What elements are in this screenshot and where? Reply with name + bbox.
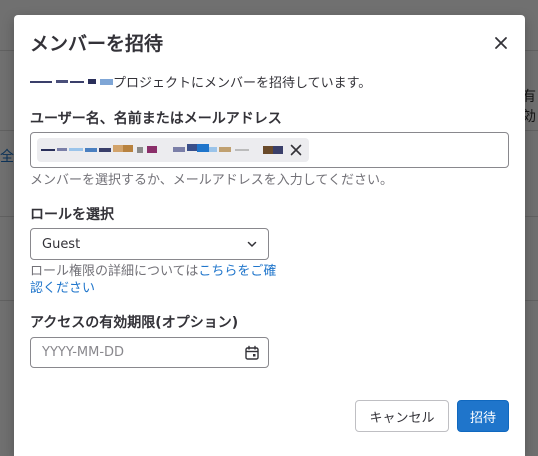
redacted-project-name (30, 76, 113, 88)
modal-header: メンバーを招待 (14, 15, 525, 71)
close-icon (290, 144, 302, 156)
intro-text: プロジェクトにメンバーを招待しています。 (113, 76, 372, 91)
expiry-date-input[interactable] (30, 337, 269, 368)
chevron-down-icon (247, 241, 257, 247)
calendar-icon[interactable] (244, 345, 260, 361)
role-hint: ロール権限の詳細についてはこちらをご確認ください (30, 263, 280, 297)
invite-button[interactable]: 招待 (457, 400, 509, 432)
role-selected-value: Guest (42, 236, 81, 252)
modal-title: メンバーを招待 (30, 33, 164, 55)
remove-member-button[interactable] (287, 141, 305, 159)
members-input[interactable] (30, 132, 509, 168)
redacted-member-name (41, 144, 283, 154)
expiry-label: アクセスの有効期限(オプション) (30, 315, 239, 331)
role-label: ロールを選択 (30, 207, 114, 223)
members-label: ユーザー名、名前またはメールアドレス (30, 111, 282, 127)
intro-text-row: プロジェクトにメンバーを招待しています。 (30, 72, 371, 91)
members-hint: メンバーを選択するか、メールアドレスを入力してください。 (30, 173, 393, 188)
invite-members-modal: メンバーを招待 プロジェクトにメンバーを招待しています。 ユーザー名、名前または… (14, 15, 525, 456)
close-button[interactable] (489, 31, 513, 55)
role-hint-text: ロール権限の詳細については (30, 264, 199, 279)
role-select[interactable]: Guest (30, 228, 269, 260)
cancel-button[interactable]: キャンセル (355, 400, 449, 432)
selected-member-token (37, 138, 309, 162)
close-icon (495, 37, 507, 49)
